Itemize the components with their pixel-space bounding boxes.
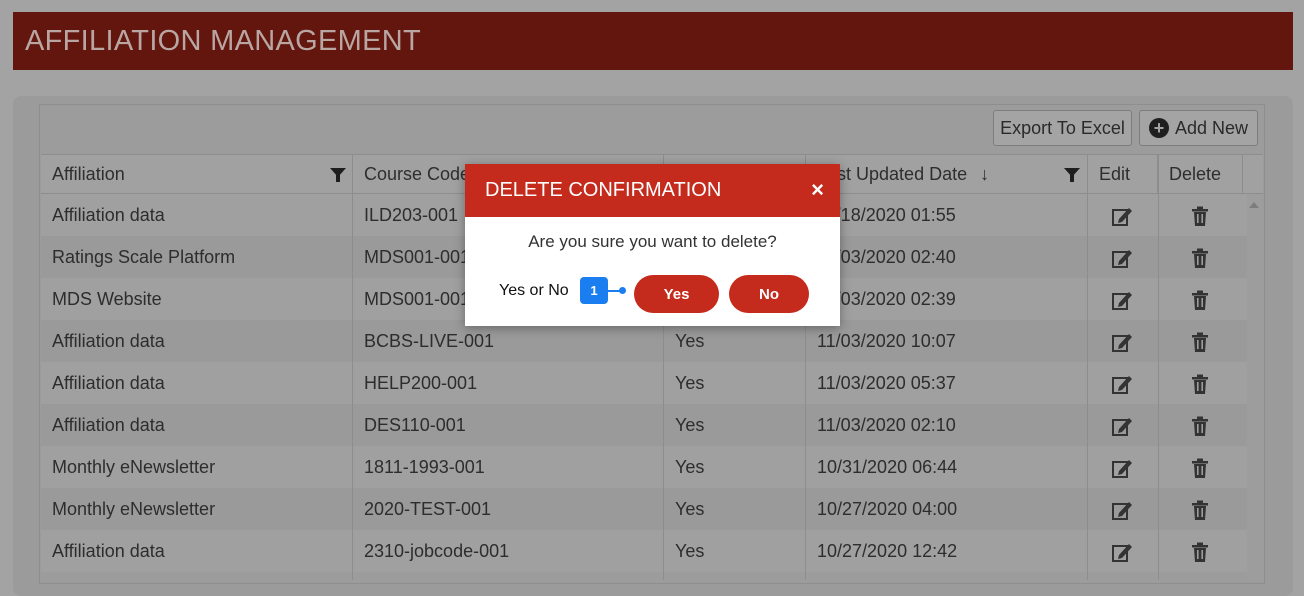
cell-last-updated: 11/03/2020 10:07 [817,331,956,351]
edit-icon[interactable] [1111,499,1133,521]
cell-affiliation: Affiliation data [52,373,165,393]
column-divider [352,154,353,580]
filter-icon[interactable] [1064,168,1080,182]
cell-status: Yes [675,331,705,351]
trash-icon[interactable] [1189,247,1211,269]
cell-last-updated: 11/03/2020 02:10 [817,415,956,435]
cell-status: Yes [675,541,705,561]
add-new-label: Add New [1174,117,1249,138]
cell-status: Yes [675,499,705,519]
cell-status: Yes [675,373,705,393]
annotation-dot [619,287,626,294]
cell-course-code: 2020-TEST-001 [364,499,492,519]
cell-affiliation: MDS Website [52,289,162,309]
plus-circle-icon: + [1148,118,1169,138]
column-label: Edit [1099,164,1131,184]
trash-icon[interactable] [1189,205,1211,227]
annotation-label: Yes or No [499,282,569,299]
delete-confirmation-dialog: DELETE CONFIRMATION × Are you sure you w… [465,164,840,326]
page-header: AFFILIATION MANAGEMENT [13,12,1293,70]
cell-last-updated: 10/31/2020 06:44 [817,457,958,477]
cell-last-updated: 11/18/2020 01:55 [817,205,956,225]
column-label: Affiliation [52,164,125,184]
edit-icon[interactable] [1111,331,1133,353]
filter-icon[interactable] [330,168,346,182]
export-label: Export To Excel [1000,117,1125,138]
yes-button[interactable]: Yes [634,275,719,313]
cell-status: Yes [675,415,705,435]
table-row[interactable]: Affiliation data DES110-001 Yes 11/03/2020 … [41,404,1247,446]
column-header-last-updated[interactable]: Last Updated Date ↓ [806,155,1088,193]
trash-icon[interactable] [1189,331,1211,353]
edit-icon[interactable] [1111,205,1133,227]
column-label: Delete [1169,164,1222,184]
cell-affiliation: Monthly eNewsletter [52,457,216,477]
dialog-message: Are you sure you want to delete? [528,232,777,251]
cell-affiliation: Affiliation data [52,541,165,561]
trash-icon[interactable] [1189,541,1211,563]
cell-last-updated: 10/27/2020 04:00 [817,499,958,519]
edit-icon[interactable] [1111,415,1133,437]
column-label: Course Code [364,164,471,184]
annotation-badge: 1 [580,277,608,304]
page-title: AFFILIATION MANAGEMENT [25,24,421,57]
vertical-scrollbar[interactable] [1247,194,1263,580]
export-to-excel-button[interactable]: Export To Excel [993,110,1132,146]
scroll-up-arrow-icon[interactable] [1249,202,1259,208]
cell-affiliation: Affiliation data [52,415,165,435]
cell-last-updated: 11/03/2020 05:37 [817,373,956,393]
edit-icon[interactable] [1111,541,1133,563]
cell-last-updated: 10/27/2020 12:42 [817,541,958,561]
trash-icon[interactable] [1189,499,1211,521]
cell-course-code: BCBS-LIVE-001 [364,331,495,351]
cell-course-code: 2310-jobcode-001 [364,541,510,561]
cell-course-code: HELP200-001 [364,373,478,393]
cell-last-updated: 11/03/2020 02:39 [817,289,956,309]
table-row[interactable]: Monthly eNewsletter 2020-TEST-001 Yes 10/27… [41,488,1247,530]
cell-affiliation: Affiliation data [52,331,165,351]
edit-icon[interactable] [1111,373,1133,395]
cell-affiliation: Monthly eNewsletter [52,499,216,519]
dialog-title: DELETE CONFIRMATION [485,179,722,201]
trash-icon[interactable] [1189,415,1211,437]
table-row[interactable]: Affiliation data BCBS-LIVE-001 Yes 11/03/20… [41,320,1247,362]
cell-affiliation: Ratings Scale Platform [52,247,236,267]
dialog-header: DELETE CONFIRMATION × [465,164,840,217]
trash-icon[interactable] [1189,373,1211,395]
column-divider [1158,154,1159,580]
column-header-delete: Delete [1158,155,1243,193]
cell-course-code: DES110-001 [364,415,466,435]
close-icon[interactable]: × [811,179,824,201]
no-button[interactable]: No [729,275,809,313]
column-divider [1087,154,1088,580]
edit-icon[interactable] [1111,457,1133,479]
table-row[interactable]: Monthly eNewsletter 1811-1993-001 Yes 10/31… [41,446,1247,488]
add-new-button[interactable]: + Add New [1139,110,1258,146]
table-row[interactable]: Affiliation data 2310-jobcode-001 Yes 10/27… [41,530,1247,572]
sort-arrow-icon: ↓ [980,164,990,184]
cell-status: Yes [675,457,705,477]
table-row[interactable]: Affiliation data HELP200-001 Yes 11/03/2020… [41,362,1247,404]
edit-icon[interactable] [1111,247,1133,269]
cell-affiliation: Affiliation data [52,205,165,225]
edit-icon[interactable] [1111,289,1133,311]
cell-last-updated: 11/03/2020 02:40 [817,247,956,267]
cell-course-code: 1811-1993-001 [364,457,485,477]
trash-icon[interactable] [1189,289,1211,311]
trash-icon[interactable] [1189,457,1211,479]
column-header-affiliation[interactable]: Affiliation [41,155,353,193]
column-header-edit: Edit [1088,155,1158,193]
